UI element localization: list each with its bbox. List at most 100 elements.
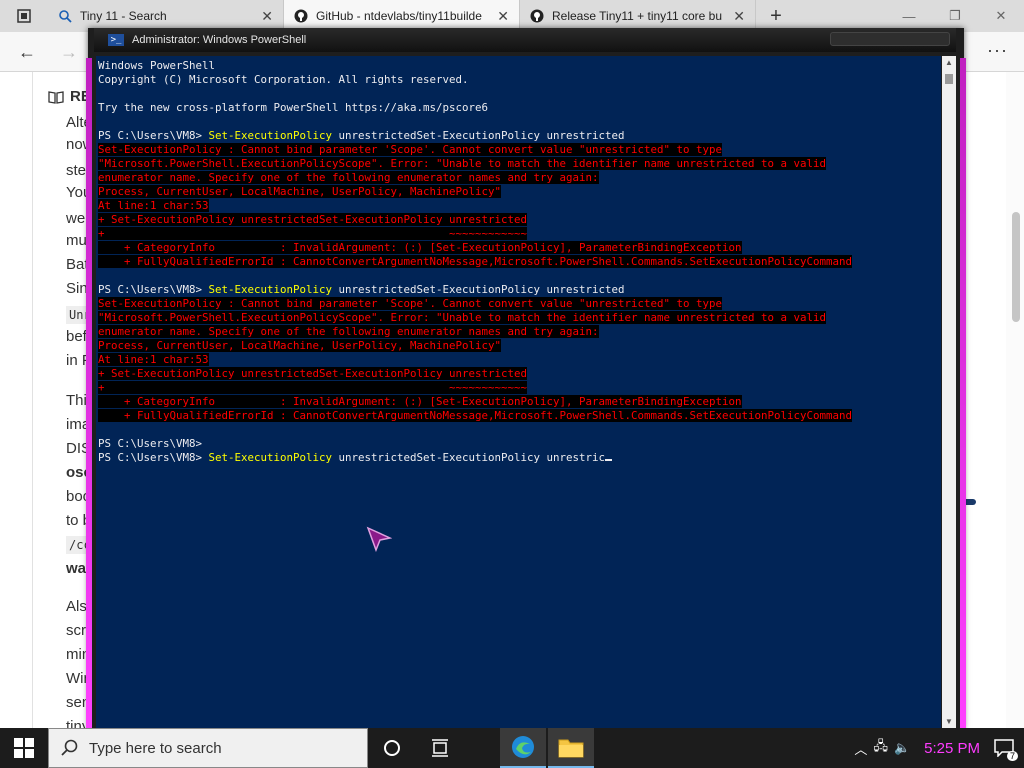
console-error-text: "Microsoft.PowerShell.ExecutionPolicySco…	[98, 311, 827, 324]
tab-title: GitHub - ntdevlabs/tiny11builde	[316, 9, 482, 23]
console-prompt: PS C:\Users\VM8>	[98, 129, 209, 142]
console-error-line: + Set-ExecutionPolicy unrestrictedSet-Ex…	[98, 367, 939, 381]
notifications-button[interactable]: 7	[994, 739, 1018, 761]
search-icon	[58, 9, 72, 23]
console-prompt-line: PS C:\Users\VM8> Set-ExecutionPolicy unr…	[98, 283, 939, 297]
console-error-text: + ~~~~~~~~~~~~	[98, 381, 528, 394]
console-error-text: "Microsoft.PowerShell.ExecutionPolicySco…	[98, 157, 827, 170]
task-view-icon	[432, 739, 448, 757]
network-icon[interactable]: 🖧	[873, 737, 888, 759]
start-button[interactable]	[0, 728, 48, 768]
console-output-line: Windows PowerShell	[98, 59, 216, 72]
page-divider	[32, 72, 33, 728]
cortana-icon	[384, 740, 400, 756]
volume-muted-icon[interactable]: 🔈	[894, 740, 910, 756]
task-view-button[interactable]	[416, 728, 464, 768]
tab-title: Tiny 11 - Search	[80, 9, 167, 23]
reader-mode-button[interactable]: RE	[48, 88, 91, 105]
window-glow-right	[960, 58, 966, 728]
forward-button[interactable]: →	[56, 40, 82, 64]
console-error-line: + ~~~~~~~~~~~~	[98, 381, 939, 395]
system-tray: ︿ 🖧 🔈 5:25 PM 7	[854, 728, 1024, 768]
console-command: Set-ExecutionPolicy	[208, 451, 333, 464]
scroll-up-icon[interactable]: ▲	[942, 58, 956, 67]
close-icon[interactable]: ✕	[978, 0, 1024, 32]
tab-close-icon[interactable]: ✕	[497, 8, 509, 25]
console-error-line: Process, CurrentUser, LocalMachine, User…	[98, 339, 939, 353]
console-prompt-line: PS C:\Users\VM8> Set-ExecutionPolicy unr…	[98, 451, 939, 465]
powershell-console[interactable]: Windows PowerShell Copyright (C) Microsof…	[96, 56, 941, 728]
console-error-text: + ~~~~~~~~~~~~	[98, 227, 528, 240]
notification-count: 7	[1006, 751, 1018, 761]
console-error-text: + FullyQualifiedErrorId : CannotConvertA…	[98, 255, 853, 268]
page-scrollbar-thumb[interactable]	[1012, 212, 1020, 322]
taskbar-search-box[interactable]: Type here to search	[48, 728, 368, 768]
tab-close-icon[interactable]: ✕	[261, 8, 273, 25]
console-output-line: Try the new cross-platform PowerShell ht…	[98, 101, 489, 114]
more-menu-button[interactable]: ···	[987, 40, 1008, 61]
console-prompt-line: PS C:\Users\VM8> Set-ExecutionPolicy unr…	[98, 129, 939, 143]
windows-logo-icon	[14, 738, 34, 758]
console-error-text: Set-ExecutionPolicy : Cannot bind parame…	[98, 297, 723, 310]
console-output-line: Copyright (C) Microsoft Corporation. All…	[98, 73, 469, 86]
powershell-window: >_ Administrator: Windows PowerShell Win…	[86, 28, 966, 730]
search-placeholder: Type here to search	[89, 739, 222, 757]
console-error-text: enumerator name. Specify one of the foll…	[98, 171, 599, 184]
console-arguments: unrestrictedSet-ExecutionPolicy unrestri…	[332, 283, 625, 296]
console-error-text: + CategoryInfo : InvalidArgument: (:) [S…	[98, 395, 742, 408]
text-cursor	[605, 459, 613, 461]
mouse-pointer-icon	[366, 526, 392, 552]
console-error-line: + Set-ExecutionPolicy unrestrictedSet-Ex…	[98, 213, 939, 227]
console-error-line: + CategoryInfo : InvalidArgument: (:) [S…	[98, 241, 939, 255]
folder-icon	[558, 739, 584, 758]
console-error-line: Set-ExecutionPolicy : Cannot bind parame…	[98, 297, 939, 311]
cortana-button[interactable]	[368, 728, 416, 768]
console-error-text: At line:1 char:53	[98, 353, 209, 366]
console-scrollbar-thumb[interactable]	[945, 74, 953, 84]
window-glow-left	[86, 58, 92, 728]
console-error-text: + Set-ExecutionPolicy unrestrictedSet-Ex…	[98, 213, 528, 226]
scroll-down-icon[interactable]: ▼	[942, 717, 956, 726]
console-arguments: unrestrictedSet-ExecutionPolicy unrestri…	[332, 129, 625, 142]
desktop: Tiny 11 - Search ✕ GitHub - ntdevlabs/tiny…	[0, 0, 1024, 768]
tab-title: Release Tiny11 + tiny11 core bu	[552, 9, 722, 23]
console-prompt-line: PS C:\Users\VM8>	[98, 437, 939, 451]
console-error-text: + Set-ExecutionPolicy unrestrictedSet-Ex…	[98, 367, 528, 380]
back-button[interactable]: ←	[14, 40, 40, 64]
console-prompt: PS C:\Users\VM8>	[98, 283, 209, 296]
tab-actions-button[interactable]	[0, 0, 48, 32]
book-icon	[48, 90, 64, 104]
console-error-text: + CategoryInfo : InvalidArgument: (:) [S…	[98, 241, 742, 254]
console-prompt: PS C:\Users\VM8>	[98, 451, 209, 464]
taskbar: Type here to search ︿ 🖧 🔈 5:25 PM 7	[0, 728, 1024, 768]
console-error-line: At line:1 char:53	[98, 199, 939, 213]
console-error-line: Process, CurrentUser, LocalMachine, User…	[98, 185, 939, 199]
tab-close-icon[interactable]: ✕	[733, 8, 745, 25]
console-error-line: enumerator name. Specify one of the foll…	[98, 171, 939, 185]
search-icon	[61, 739, 78, 756]
console-command: Set-ExecutionPolicy	[208, 283, 333, 296]
console-scrollbar[interactable]: ▲ ▼	[942, 56, 956, 728]
console-error-line: Set-ExecutionPolicy : Cannot bind parame…	[98, 143, 939, 157]
console-error-text: + FullyQualifiedErrorId : CannotConvertA…	[98, 409, 853, 422]
powershell-titlebar[interactable]: >_ Administrator: Windows PowerShell	[94, 28, 956, 52]
console-arguments: unrestrictedSet-ExecutionPolicy unrestri…	[332, 451, 606, 464]
powershell-window-controls[interactable]	[830, 32, 950, 46]
console-error-line: + CategoryInfo : InvalidArgument: (:) [S…	[98, 395, 939, 409]
taskbar-edge-button[interactable]	[500, 728, 546, 768]
page-scrollbar[interactable]	[1006, 72, 1024, 728]
clock[interactable]: 5:25 PM	[916, 740, 988, 757]
console-error-line: enumerator name. Specify one of the foll…	[98, 325, 939, 339]
taskbar-explorer-button[interactable]	[548, 728, 594, 768]
show-hidden-icons-icon[interactable]: ︿	[854, 739, 867, 758]
console-error-line: At line:1 char:53	[98, 353, 939, 367]
console-error-text: enumerator name. Specify one of the foll…	[98, 325, 599, 338]
console-error-line: "Microsoft.PowerShell.ExecutionPolicySco…	[98, 157, 939, 171]
github-icon	[294, 9, 308, 23]
console-error-text: Process, CurrentUser, LocalMachine, User…	[98, 185, 502, 198]
console-error-line: + ~~~~~~~~~~~~	[98, 227, 939, 241]
